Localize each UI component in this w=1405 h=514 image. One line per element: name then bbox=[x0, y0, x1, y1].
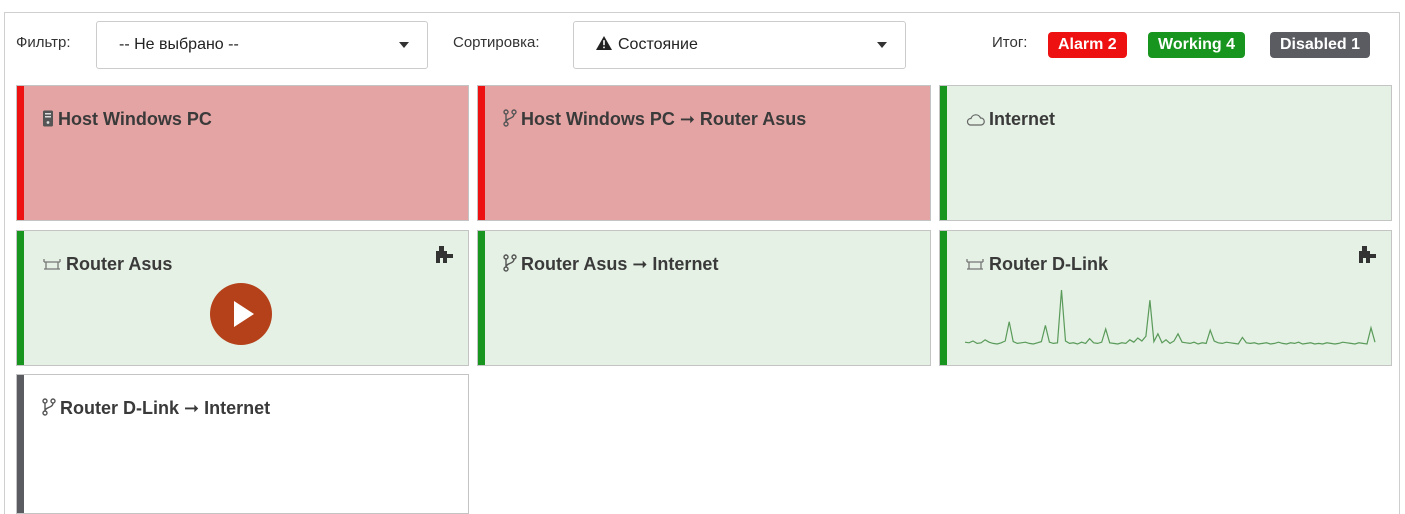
status-bar bbox=[17, 231, 24, 365]
status-bar bbox=[17, 86, 24, 220]
card-internet[interactable]: Internet bbox=[939, 85, 1392, 221]
card-title: Router D-Link bbox=[989, 254, 1108, 274]
plugin-icon[interactable] bbox=[434, 245, 456, 265]
alarm-count-badge[interactable]: Alarm 2 bbox=[1048, 32, 1127, 58]
sort-label: Сортировка: bbox=[453, 34, 540, 51]
status-bar bbox=[940, 231, 947, 365]
card-router-asus-internet[interactable]: Router Asus ➞ Internet bbox=[477, 230, 931, 366]
router-icon bbox=[966, 259, 984, 270]
card-title: Router Asus ➞ Internet bbox=[521, 254, 719, 274]
card-title: Host Windows PC bbox=[58, 109, 212, 129]
filter-value: -- Не выбрано -- bbox=[119, 36, 239, 53]
card-router-d-link-internet[interactable]: Router D-Link ➞ Internet bbox=[16, 374, 469, 514]
card-host-windows-pc-router-asus[interactable]: Host Windows PC ➞ Router Asus bbox=[477, 85, 931, 221]
link-icon bbox=[503, 109, 517, 127]
filter-label: Фильтр: bbox=[16, 34, 71, 51]
card-host-windows-pc[interactable]: Host Windows PC bbox=[16, 85, 469, 221]
sort-select[interactable]: Состояние bbox=[573, 21, 906, 69]
play-icon bbox=[234, 301, 254, 327]
filter-select[interactable]: -- Не выбрано -- bbox=[96, 21, 428, 69]
card-router-d-link[interactable]: Router D-Link bbox=[939, 230, 1392, 366]
status-bar bbox=[478, 86, 485, 220]
sparkline-series bbox=[964, 289, 1376, 345]
traffic-sparkline bbox=[964, 289, 1376, 345]
chevron-down-icon bbox=[877, 42, 887, 48]
card-title: Host Windows PC ➞ Router Asus bbox=[521, 109, 807, 129]
router-icon bbox=[43, 259, 61, 270]
plugin-icon[interactable] bbox=[1357, 245, 1379, 265]
disabled-count-badge[interactable]: Disabled 1 bbox=[1270, 32, 1371, 58]
status-bar bbox=[940, 86, 947, 220]
sort-value: Состояние bbox=[618, 36, 698, 53]
warning-triangle-icon bbox=[596, 36, 612, 50]
card-title: Router D-Link ➞ Internet bbox=[60, 398, 271, 418]
card-title: Router Asus bbox=[66, 254, 173, 274]
working-count-badge[interactable]: Working 4 bbox=[1148, 32, 1246, 58]
chevron-down-icon bbox=[399, 42, 409, 48]
status-bar bbox=[17, 375, 24, 513]
toolbar: Фильтр: -- Не выбрано -- Сортировка: Сос… bbox=[0, 0, 1405, 80]
status-bar bbox=[478, 231, 485, 365]
link-icon bbox=[503, 254, 517, 272]
play-button[interactable] bbox=[210, 283, 272, 345]
total-label: Итог: bbox=[992, 34, 1028, 51]
computer-icon bbox=[43, 110, 53, 127]
card-router-asus[interactable]: Router Asus bbox=[16, 230, 469, 366]
link-icon bbox=[42, 398, 56, 416]
cloud-icon bbox=[966, 114, 985, 126]
card-title: Internet bbox=[989, 109, 1056, 129]
